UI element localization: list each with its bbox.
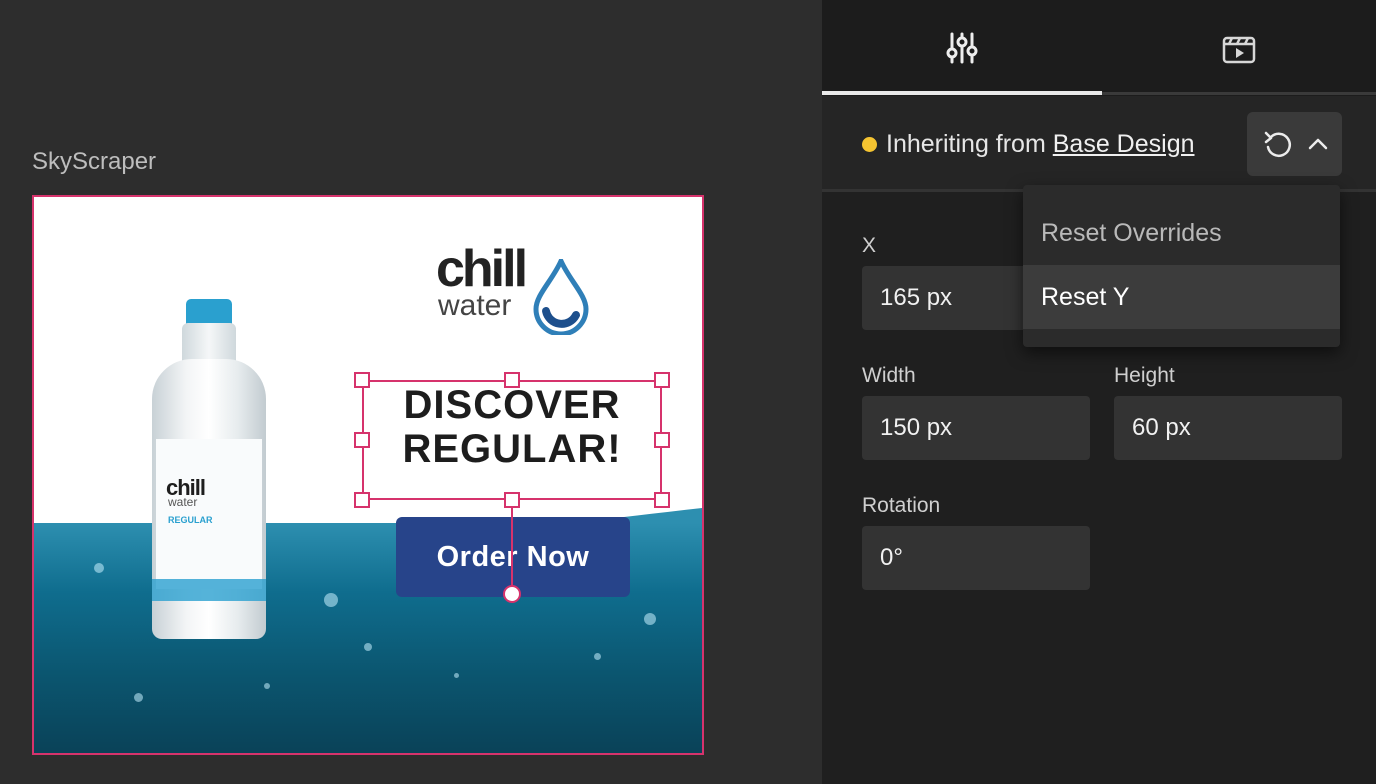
rotation-handle[interactable]	[503, 585, 521, 603]
reset-menu-button[interactable]	[1247, 112, 1342, 176]
water-drop-icon	[533, 259, 589, 335]
product-bottle-image[interactable]: chill water REGULAR	[152, 299, 266, 639]
bottle-variant-text: REGULAR	[168, 515, 213, 525]
resize-handle-top-right[interactable]	[654, 372, 670, 388]
resize-handle-top[interactable]	[504, 372, 520, 388]
resize-handle-right[interactable]	[654, 432, 670, 448]
frame-label: SkyScraper	[32, 148, 157, 175]
inherit-text: Inheriting from Base Design	[886, 130, 1195, 158]
brand-logo[interactable]: chill water	[436, 240, 596, 335]
inheritance-row: Inheriting from Base Design	[822, 96, 1376, 192]
rotation-label: Rotation	[862, 494, 941, 517]
height-input[interactable]: 60 px	[1114, 396, 1342, 460]
resize-handle-bottom[interactable]	[504, 492, 520, 508]
selection-box[interactable]	[362, 380, 662, 500]
ad-frame[interactable]: chill water REGULAR chill water DISCOVER…	[32, 195, 704, 755]
canvas-area[interactable]: SkyScraper chill water REGULAR chill wat…	[0, 0, 822, 784]
resize-handle-bottom-left[interactable]	[354, 492, 370, 508]
properties-panel: Inheriting from Base Design X 165 px Wid…	[822, 0, 1376, 784]
logo-word: chill	[436, 240, 528, 298]
width-input[interactable]: 150 px	[862, 396, 1090, 460]
bottle-sub-text: water	[168, 495, 198, 509]
undo-icon	[1264, 131, 1291, 157]
tab-properties[interactable]	[822, 0, 1102, 96]
inherit-status-dot	[862, 137, 877, 152]
tab-animation[interactable]	[1102, 0, 1376, 96]
sliders-icon	[946, 32, 978, 64]
resize-handle-left[interactable]	[354, 432, 370, 448]
chevron-up-icon	[1308, 138, 1327, 150]
resize-handle-top-left[interactable]	[354, 372, 370, 388]
panel-tabbar	[822, 0, 1376, 96]
reset-dropdown-menu: Reset Overrides Reset Y	[1023, 185, 1340, 347]
width-label: Width	[862, 364, 916, 387]
rotation-handle-stem	[511, 507, 513, 593]
logo-sub: water	[438, 289, 512, 322]
bottle-cap	[186, 299, 232, 325]
clapperboard-icon	[1222, 36, 1256, 64]
rotation-input[interactable]: 0°	[862, 526, 1090, 590]
active-tab-indicator	[822, 91, 1102, 95]
resize-handle-bottom-right[interactable]	[654, 492, 670, 508]
reset-overrides-item[interactable]: Reset Overrides	[1023, 201, 1340, 265]
height-label: Height	[1114, 364, 1175, 387]
reset-y-item[interactable]: Reset Y	[1023, 265, 1340, 329]
base-design-link[interactable]: Base Design	[1053, 130, 1195, 158]
x-label: X	[862, 234, 877, 257]
